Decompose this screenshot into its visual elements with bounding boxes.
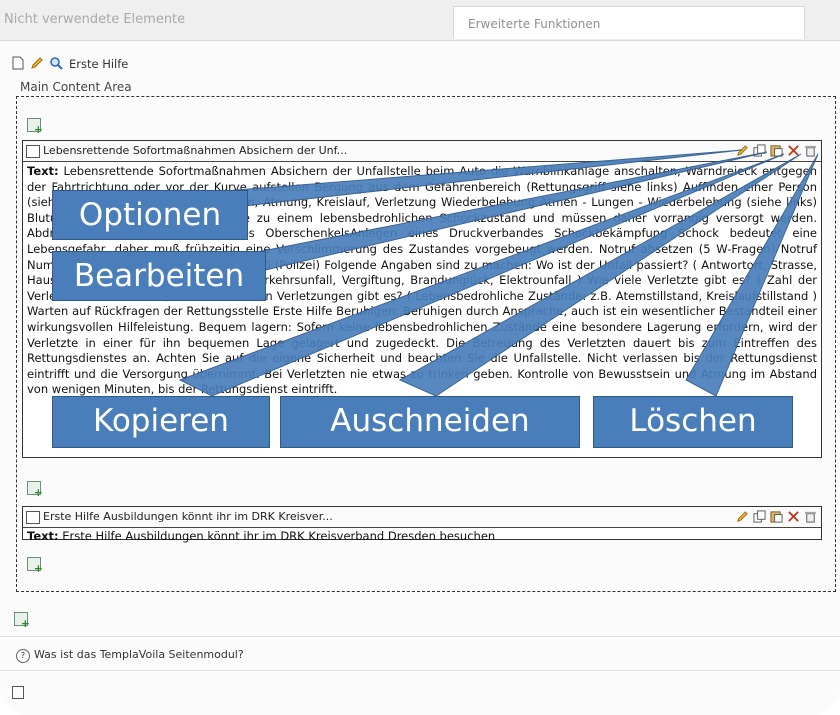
callout-bearbeiten: Bearbeiten [52,251,266,301]
loeschen-pointer [685,153,819,397]
callout-kopieren: Kopieren [52,396,270,448]
callout-auschneiden: Auschneiden [280,396,580,448]
screenshot-frame: Nicht verwendete Elemente Erweiterte Fun… [0,0,840,715]
callout-pointers [158,149,819,397]
callout-optionen: Optionen [52,190,248,240]
callout-loeschen: Löschen [593,396,793,448]
